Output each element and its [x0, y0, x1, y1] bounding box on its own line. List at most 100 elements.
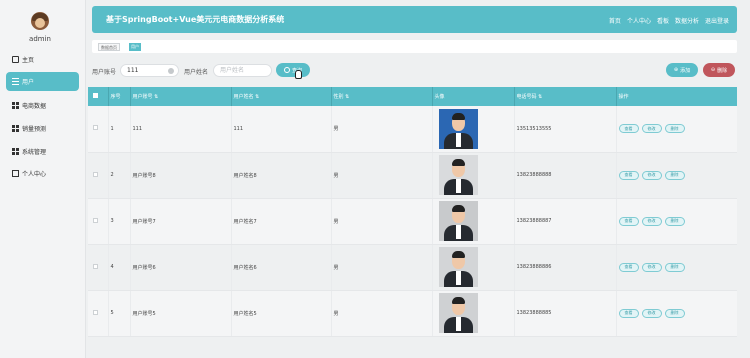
nav-logout[interactable]: 退出登录: [705, 16, 729, 25]
row-name: 用户姓名5: [231, 290, 332, 337]
account-input-value: 111: [127, 67, 139, 74]
delete-button-label: 删除: [717, 67, 728, 74]
table-row: 1 111 111 男 13513513555 查看 修改 删除: [88, 106, 737, 153]
delete-button[interactable]: ⊖ 删除: [703, 63, 735, 77]
nav-home[interactable]: 首页: [609, 16, 621, 25]
user-photo: [438, 155, 478, 195]
col-account[interactable]: 用户账号 ⇅: [130, 87, 232, 106]
table-row: 3 用户账号7 用户姓名7 男 13823888887 查看 修改 删除: [88, 198, 737, 245]
row-account: 用户账号6: [130, 244, 232, 291]
user-photo: [438, 247, 478, 287]
sidebar-item-label: 系统管理: [22, 149, 47, 156]
select-all-cell[interactable]: [88, 87, 109, 106]
nav-dashboard[interactable]: 看板: [657, 16, 669, 25]
row-phone: 13823888885: [514, 290, 617, 337]
col-phone[interactable]: 电话号码 ⇅: [514, 87, 617, 106]
row-edit-button[interactable]: 修改: [641, 124, 662, 134]
row-name: 用户姓名7: [231, 198, 332, 245]
plus-icon: ⊕: [673, 67, 679, 73]
col-gender-label: 性别: [333, 94, 344, 100]
sidebar-item-sales-forecast[interactable]: 销量预测: [6, 119, 79, 138]
row-account: 用户账号8: [130, 152, 232, 199]
sort-icon[interactable]: ⇅: [154, 94, 158, 100]
row-select-cell[interactable]: [88, 244, 109, 291]
name-search-input[interactable]: 用户姓名: [213, 64, 272, 77]
row-delete-button[interactable]: 删除: [664, 262, 685, 272]
row-delete-button[interactable]: 删除: [664, 216, 685, 226]
row-select-cell[interactable]: [88, 152, 109, 199]
row-avatar-cell: [432, 198, 515, 245]
row-index: 5: [108, 290, 131, 337]
row-delete-button[interactable]: 删除: [664, 124, 685, 134]
sort-icon[interactable]: ⇅: [345, 94, 349, 100]
table-row: 5 用户账号5 用户姓名5 男 13823888885 查看 修改 删除: [88, 290, 737, 337]
row-gender: 男: [331, 106, 433, 153]
row-actions: 查看 修改 删除: [616, 152, 737, 199]
row-view-button[interactable]: 查看: [618, 124, 639, 134]
row-view-button[interactable]: 查看: [618, 216, 639, 226]
nav-analysis[interactable]: 数据分析: [675, 16, 699, 25]
row-index: 3: [108, 198, 131, 245]
grid-icon: [12, 102, 19, 109]
row-edit-button[interactable]: 修改: [641, 170, 662, 180]
sidebar-item-ecommerce-data[interactable]: 电商数据: [6, 96, 79, 115]
row-actions: 查看 修改 删除: [616, 198, 737, 245]
row-delete-button[interactable]: 删除: [664, 308, 685, 318]
clear-icon[interactable]: [168, 68, 174, 74]
row-select-cell[interactable]: [88, 198, 109, 245]
row-view-button[interactable]: 查看: [618, 170, 639, 180]
row-account: 用户账号5: [130, 290, 232, 337]
search-button[interactable]: 查询: [276, 63, 310, 77]
sidebar-item-label: 用户: [22, 79, 35, 86]
tab-users[interactable]: 用户: [129, 43, 141, 51]
app-title: 基于SpringBoot+Vue美元元电商数据分析系统: [106, 15, 285, 24]
sidebar-item-users[interactable]: 用户: [6, 72, 79, 91]
row-edit-button[interactable]: 修改: [641, 262, 662, 272]
select-all-checkbox[interactable]: [93, 93, 98, 98]
row-view-button[interactable]: 查看: [618, 262, 639, 272]
row-edit-button[interactable]: 修改: [641, 308, 662, 318]
name-input-placeholder: 用户姓名: [220, 67, 245, 74]
tab-bar: 数据首页 用户: [92, 40, 737, 53]
sidebar-item-label: 销量预测: [22, 126, 47, 133]
col-name[interactable]: 用户姓名 ⇅: [231, 87, 332, 106]
row-index: 2: [108, 152, 131, 199]
account-label: 用户账号: [92, 69, 117, 76]
tab-dashboard[interactable]: 数据首页: [98, 43, 120, 51]
col-gender[interactable]: 性别 ⇅: [331, 87, 433, 106]
row-avatar-cell: [432, 244, 515, 291]
account-search-input[interactable]: 111: [120, 64, 179, 77]
row-name: 用户姓名8: [231, 152, 332, 199]
row-delete-button[interactable]: 删除: [664, 170, 685, 180]
row-name: 111: [231, 106, 332, 153]
row-avatar-cell: [432, 290, 515, 337]
mail-icon: [12, 170, 19, 177]
row-phone: 13823888886: [514, 244, 617, 291]
pointer-cursor-icon: [295, 70, 302, 79]
sort-icon[interactable]: ⇅: [255, 94, 259, 100]
add-button[interactable]: ⊕ 添加: [666, 63, 698, 77]
add-button-label: 添加: [680, 67, 691, 74]
nav-profile[interactable]: 个人中心: [627, 16, 651, 25]
row-select-cell[interactable]: [88, 106, 109, 153]
sidebar-item-profile[interactable]: 个人中心: [6, 164, 79, 183]
row-view-button[interactable]: 查看: [618, 308, 639, 318]
row-edit-button[interactable]: 修改: [641, 216, 662, 226]
sidebar-item-home[interactable]: 主页: [6, 50, 79, 69]
row-phone: 13823888887: [514, 198, 617, 245]
row-gender: 男: [331, 152, 433, 199]
sort-icon[interactable]: ⇅: [538, 94, 542, 100]
user-photo: [438, 108, 478, 149]
grid-icon: [12, 125, 19, 132]
row-select-cell[interactable]: [88, 290, 109, 337]
home-icon: [12, 56, 19, 63]
row-checkbox[interactable]: [93, 217, 98, 223]
sidebar-item-system[interactable]: 系统管理: [6, 142, 79, 161]
row-account: 用户账号7: [130, 198, 232, 245]
row-checkbox[interactable]: [93, 263, 98, 269]
row-checkbox[interactable]: [93, 309, 98, 315]
row-checkbox[interactable]: [93, 125, 98, 131]
top-header: 基于SpringBoot+Vue美元元电商数据分析系统 首页 个人中心 看板 数…: [92, 6, 737, 33]
row-actions: 查看 修改 删除: [616, 244, 737, 291]
row-checkbox[interactable]: [93, 171, 98, 177]
